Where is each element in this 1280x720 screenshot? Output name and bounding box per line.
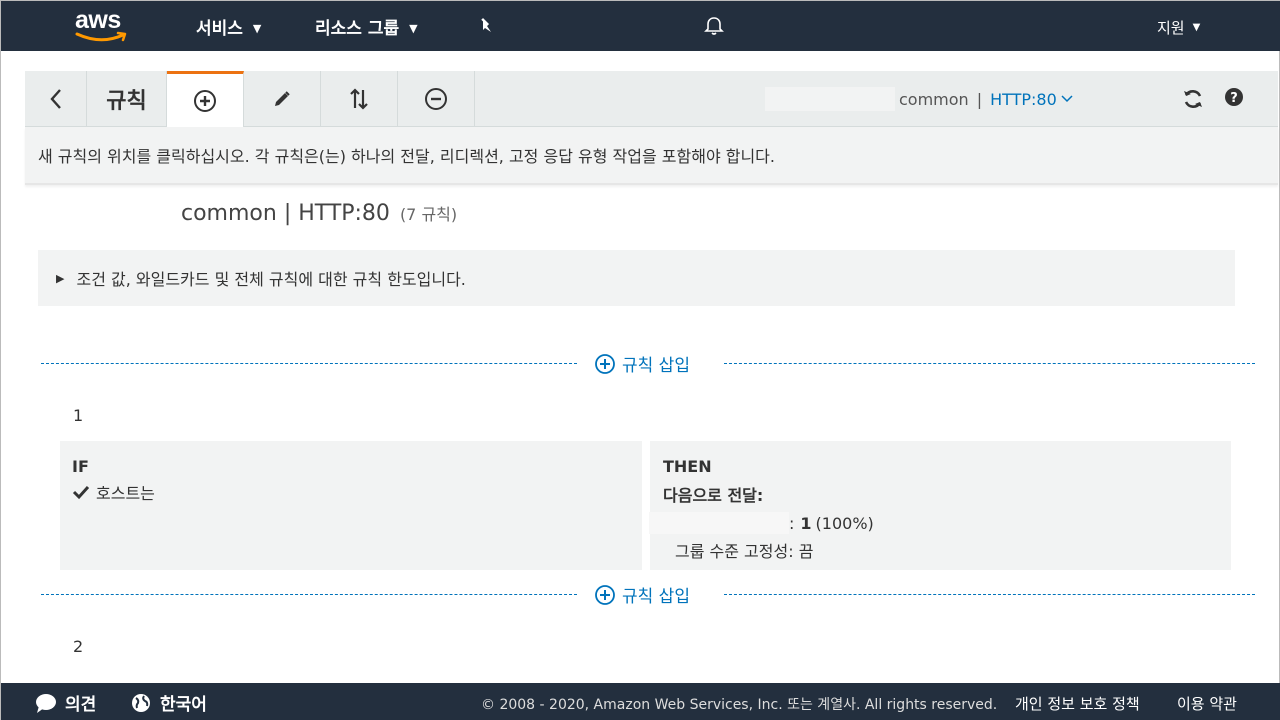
feedback-label: 의견 bbox=[65, 695, 97, 715]
insert-rule-label: 규칙 삽입 bbox=[622, 356, 690, 376]
checkmark-icon bbox=[72, 485, 90, 500]
target-weight-pct: (100%) bbox=[815, 513, 874, 533]
feedback-button[interactable]: 의견 bbox=[35, 690, 96, 715]
language-label: 한국어 bbox=[160, 695, 207, 715]
help-icon[interactable]: ? bbox=[1223, 86, 1245, 108]
plus-circle-icon bbox=[595, 584, 615, 605]
ruleset-count: (7 규칙) bbox=[399, 205, 458, 224]
pencil-icon bbox=[275, 91, 290, 106]
rule-number: 1 bbox=[73, 406, 84, 425]
then-action: 다음으로 전달: bbox=[663, 486, 764, 505]
condition-text: 호스트는 bbox=[96, 484, 155, 503]
insert-rule-row: 규칙 삽입 bbox=[41, 351, 1255, 376]
top-navigation: aws 서비스 ▼ 리소스 그룹 ▼ 지원 ▼ bbox=[1, 1, 1280, 51]
chevron-down-icon bbox=[1061, 95, 1073, 103]
svg-text:?: ? bbox=[1230, 91, 1238, 106]
chevron-down-icon: ▼ bbox=[409, 22, 418, 35]
redacted-target-group bbox=[649, 512, 789, 534]
aws-logo-text: aws bbox=[75, 6, 121, 34]
resource-groups-menu[interactable]: 리소스 그룹 ▼ bbox=[315, 14, 418, 39]
rule-limits-expander[interactable]: ▶ 조건 값, 와일드카드 및 전체 규칙에 대한 규칙 한도입니다. bbox=[38, 250, 1235, 306]
reorder-rules-tab[interactable] bbox=[321, 71, 398, 127]
target-group-line: : 1 (100%) bbox=[649, 512, 1218, 534]
context-name: common bbox=[899, 89, 969, 109]
services-menu[interactable]: 서비스 ▼ bbox=[196, 14, 261, 39]
chevron-down-icon: ▼ bbox=[1192, 22, 1201, 33]
rule-condition: 호스트는 bbox=[72, 480, 630, 504]
context-separator: | bbox=[976, 89, 983, 109]
speech-bubble-icon bbox=[36, 693, 56, 713]
insert-rule-row: 규칙 삽입 bbox=[41, 582, 1255, 607]
delete-rules-tab[interactable] bbox=[398, 71, 475, 127]
support-menu[interactable]: 지원 ▼ bbox=[1157, 17, 1200, 38]
pin-icon[interactable] bbox=[477, 16, 495, 34]
caret-right-icon: ▶ bbox=[56, 271, 65, 285]
edit-rules-tab[interactable] bbox=[244, 71, 321, 127]
page-title: 규칙 bbox=[87, 71, 167, 127]
rule-if-panel[interactable]: IF 호스트는 bbox=[60, 441, 642, 570]
chevron-left-icon bbox=[49, 89, 61, 109]
bell-icon[interactable] bbox=[703, 15, 725, 37]
rule-number: 2 bbox=[73, 637, 84, 656]
rule-then-panel[interactable]: THEN 다음으로 전달: : 1 (100%) 그룹 수준 고정성: 끔 bbox=[649, 441, 1231, 570]
resource-groups-label: 리소스 그룹 bbox=[315, 19, 400, 39]
group-stickiness: 그룹 수준 고정성: 끔 bbox=[675, 542, 814, 561]
insert-rule-button[interactable]: 규칙 삽입 bbox=[594, 351, 690, 376]
chevron-down-icon: ▼ bbox=[252, 22, 262, 35]
if-label: IF bbox=[72, 457, 89, 476]
listener-label: HTTP:80 bbox=[990, 89, 1057, 109]
divider bbox=[41, 594, 577, 595]
support-label: 지원 bbox=[1157, 19, 1185, 37]
rules-toolbar: 규칙 common | HTTP:80 ? bbox=[25, 71, 1278, 127]
globe-icon bbox=[132, 693, 150, 712]
divider bbox=[724, 594, 1255, 595]
redacted-name bbox=[765, 87, 895, 111]
privacy-policy-link[interactable]: 개인 정보 보호 정책 bbox=[1015, 693, 1140, 714]
services-label: 서비스 bbox=[196, 19, 243, 39]
back-button[interactable] bbox=[25, 71, 87, 127]
add-rule-tab[interactable] bbox=[167, 71, 244, 127]
listener-selector[interactable]: HTTP:80 bbox=[990, 90, 1073, 109]
rule-limits-text: 조건 값, 와일드카드 및 전체 규칙에 대한 규칙 한도입니다. bbox=[76, 270, 466, 289]
insert-rule-button[interactable]: 규칙 삽입 bbox=[594, 582, 690, 607]
aws-smile-icon bbox=[75, 31, 127, 42]
target-weight: 1 bbox=[800, 513, 812, 533]
plus-circle-icon bbox=[595, 353, 615, 374]
ruleset-name: common | HTTP:80 bbox=[181, 201, 390, 226]
refresh-icon[interactable] bbox=[1181, 87, 1205, 111]
minus-circle-icon bbox=[425, 88, 447, 110]
copyright-text: © 2008 - 2020, Amazon Web Services, Inc.… bbox=[481, 697, 998, 713]
reorder-icon bbox=[350, 88, 368, 110]
listener-context: common | HTTP:80 bbox=[765, 87, 1073, 111]
instruction-banner: 새 규칙의 위치를 클릭하십시오. 각 규칙은(는) 하나의 전달, 리디렉션,… bbox=[25, 127, 1278, 185]
then-label: THEN bbox=[663, 457, 712, 476]
terms-of-use-link[interactable]: 이용 약관 bbox=[1177, 693, 1237, 714]
language-selector[interactable]: 한국어 bbox=[130, 690, 207, 715]
insert-rule-label: 규칙 삽입 bbox=[622, 587, 690, 607]
ruleset-heading: common | HTTP:80 (7 규칙) bbox=[181, 201, 457, 226]
footer: 의견 한국어 © 2008 - 2020, Amazon Web Service… bbox=[1, 683, 1280, 720]
divider bbox=[41, 363, 577, 364]
divider bbox=[724, 363, 1255, 364]
aws-logo[interactable]: aws bbox=[75, 7, 131, 43]
target-suffix: : bbox=[789, 513, 795, 533]
plus-circle-icon bbox=[194, 89, 216, 112]
